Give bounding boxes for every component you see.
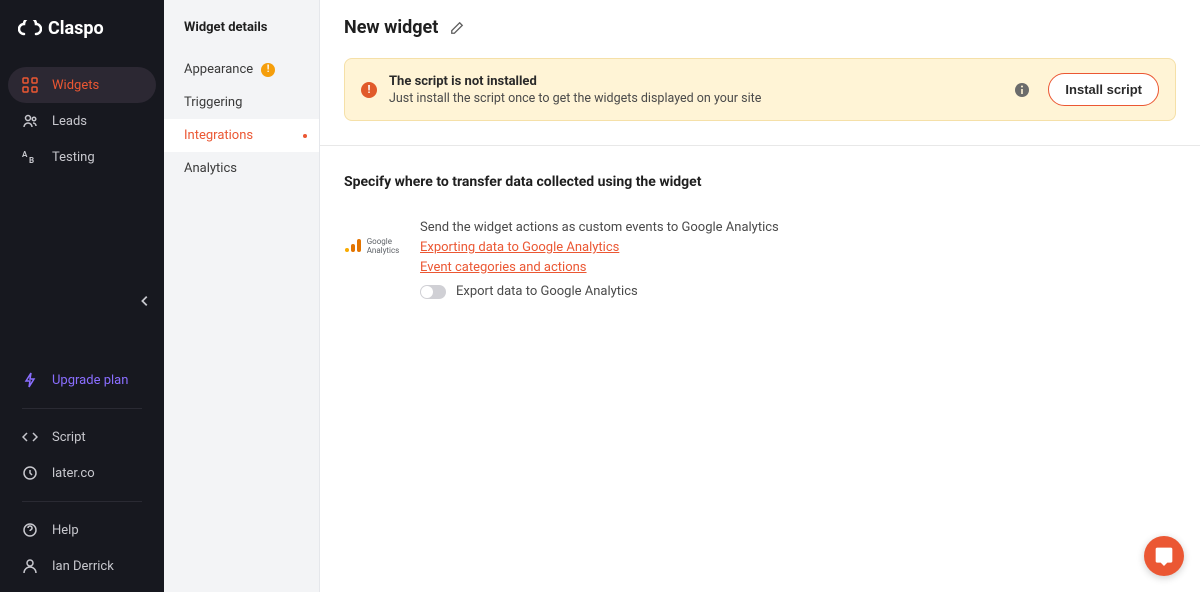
integrations-section: Specify where to transfer data collected…	[320, 146, 1200, 327]
nav-upgrade-label: Upgrade plan	[52, 373, 128, 388]
subnav-analytics-label: Analytics	[184, 161, 237, 176]
subnav-triggering-label: Triggering	[184, 95, 242, 110]
secondary-sidebar: Widget details Appearance ! Triggering I…	[164, 0, 320, 592]
svg-text:B: B	[29, 156, 34, 165]
main-content: New widget ! The script is not installed…	[320, 0, 1200, 592]
grid-icon	[22, 77, 38, 93]
help-icon	[22, 522, 38, 538]
page-header: New widget	[320, 0, 1200, 48]
nav-site[interactable]: later.co	[8, 455, 156, 491]
chat-support-button[interactable]	[1144, 536, 1184, 576]
nav-user[interactable]: Ian Derrick	[8, 548, 156, 584]
subnav-analytics[interactable]: Analytics	[164, 152, 319, 185]
alert-desc: Just install the script once to get the …	[389, 91, 1002, 106]
subnav-appearance-label: Appearance	[184, 62, 253, 77]
nav-widgets[interactable]: Widgets	[8, 67, 156, 103]
nav-help[interactable]: Help	[8, 512, 156, 548]
subnav-integrations[interactable]: Integrations	[164, 119, 319, 152]
users-icon	[22, 113, 38, 129]
subnav-integrations-label: Integrations	[184, 128, 253, 143]
subnav-triggering[interactable]: Triggering	[164, 86, 319, 119]
nav-upgrade[interactable]: Upgrade plan	[8, 362, 156, 398]
ab-icon: AB	[22, 149, 38, 165]
alert-icon: !	[361, 82, 377, 98]
link-event-categories[interactable]: Event categories and actions	[420, 260, 587, 275]
divider	[22, 408, 142, 409]
nav-script[interactable]: Script	[8, 419, 156, 455]
user-icon	[22, 558, 38, 574]
page-title: New widget	[344, 17, 438, 38]
nav-user-label: Ian Derrick	[52, 559, 114, 574]
subnav-appearance[interactable]: Appearance !	[164, 53, 319, 86]
section-title: Specify where to transfer data collected…	[344, 174, 1176, 190]
primary-sidebar: Claspo Widgets Leads AB Testing	[0, 0, 164, 592]
integration-content: Send the widget actions as custom events…	[420, 220, 1176, 299]
link-exporting-data[interactable]: Exporting data to Google Analytics	[420, 240, 619, 255]
sub-sidebar-title: Widget details	[164, 0, 319, 53]
integration-google-analytics: Google Analytics Send the widget actions…	[344, 220, 1176, 299]
nav-help-label: Help	[52, 523, 79, 538]
integration-desc: Send the widget actions as custom events…	[420, 220, 1176, 235]
nav-bottom-group: Upgrade plan Script later.co Help	[0, 362, 164, 592]
nav-testing-label: Testing	[52, 150, 95, 165]
edit-title-button[interactable]	[450, 20, 466, 36]
ga-logo-line2: Analytics	[367, 247, 400, 256]
ga-bars-icon	[345, 239, 361, 252]
nav-testing[interactable]: AB Testing	[8, 139, 156, 175]
install-script-button[interactable]: Install script	[1048, 73, 1159, 106]
warning-badge-icon: !	[261, 63, 275, 77]
toggle-knob	[421, 286, 433, 298]
nav-widgets-label: Widgets	[52, 78, 99, 93]
svg-text:A: A	[22, 150, 28, 159]
toggle-row: Export data to Google Analytics	[420, 284, 1176, 299]
info-icon-button[interactable]	[1014, 82, 1030, 98]
lightning-icon	[22, 372, 38, 388]
install-script-alert: ! The script is not installed Just insta…	[344, 58, 1176, 121]
nav-top-group: Widgets Leads AB Testing	[0, 67, 164, 175]
alert-title: The script is not installed	[389, 74, 1002, 89]
nav-leads-label: Leads	[52, 114, 87, 129]
nav-leads[interactable]: Leads	[8, 103, 156, 139]
google-analytics-logo: Google Analytics	[344, 238, 400, 256]
collapse-sidebar-button[interactable]	[138, 293, 152, 307]
cloud-icon	[18, 20, 42, 38]
brand-logo[interactable]: Claspo	[0, 0, 164, 49]
dot-indicator-icon	[303, 134, 307, 138]
divider	[22, 501, 142, 502]
code-icon	[22, 429, 38, 445]
nav-script-label: Script	[52, 430, 86, 445]
brand-name: Claspo	[48, 18, 104, 39]
nav-site-label: later.co	[52, 466, 95, 481]
export-toggle-label: Export data to Google Analytics	[456, 284, 638, 299]
export-toggle[interactable]	[420, 285, 446, 299]
alert-text: The script is not installed Just install…	[389, 74, 1002, 106]
clock-icon	[22, 465, 38, 481]
